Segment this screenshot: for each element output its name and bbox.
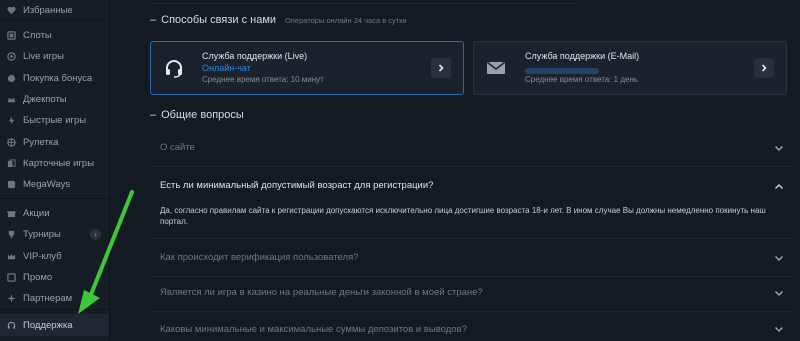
sidebar-item-label: Карточные игры [23,157,95,169]
online-chat-link[interactable]: Онлайн-чат [202,63,251,73]
contact-title: Способы связи с нами [161,14,277,26]
chevron-down-icon [774,255,784,262]
crown-icon [6,251,17,262]
sidebar-group-favorites: Избранные [0,0,109,21]
sidebar-item-roulette[interactable]: Рулетка [0,131,109,152]
faq-question: Как происходит верификация пользователя? [160,252,359,263]
collapse-dash-icon: – [150,109,157,121]
faq-item-legality[interactable]: Является ли игра в казино на реальные де… [150,274,794,312]
faq-section-title[interactable]: – Общие вопросы [150,109,244,121]
live-icon [6,51,17,62]
faq-item-age[interactable]: Есть ли минимальный допустимый возраст д… [150,168,794,202]
live-response-time: Среднее время ответа: 10 минут [202,75,324,84]
jackpot-icon [6,94,17,105]
faq-item-limits[interactable]: Каковы минимальные и максимальные суммы … [150,310,794,341]
sidebar-item-label: Акции [23,208,50,220]
faq-question: Каковы минимальные и максимальные суммы … [160,323,467,335]
sidebar-item-favorites[interactable]: Избранные [0,0,109,21]
partners-icon [6,293,17,304]
chevron-down-icon [774,290,784,297]
sidebar-item-label: Поддержка [23,319,73,331]
faq-question: О сайте [160,142,195,153]
sidebar-item-label: Избранные [23,5,73,16]
sidebar-item-live[interactable]: Live игры [0,46,109,67]
top-divider [150,0,576,4]
megaways-icon [6,179,17,190]
envelope-icon [487,61,505,74]
sidebar-item-label: VIP-клуб [23,250,62,262]
main-content: – Способы связи с нами Операторы онлайн … [122,0,800,341]
collapse-dash-icon: – [150,14,157,26]
annotation-arrow-icon [78,190,134,314]
operators-note: Операторы онлайн 24 часа в сутки [285,16,407,25]
chevron-down-icon [774,326,784,333]
faq-item-verification[interactable]: Как происходит верификация пользователя? [150,239,794,277]
bonus-icon [6,73,17,84]
sidebar-item-bonus[interactable]: Покупка бонуса [0,68,109,89]
cards-icon [6,158,17,169]
heart-icon [6,5,17,16]
sidebar-item-label: Турниры [23,229,61,241]
slots-icon [6,30,17,41]
faq-question: Является ли игра в казино на реальные де… [160,287,483,298]
headset-icon [166,60,182,78]
roulette-icon [6,137,17,148]
gift-icon [6,208,17,219]
faq-item-about[interactable]: О сайте [150,129,794,167]
headset-icon [6,320,17,331]
sidebar-item-label: Live игры [23,51,64,63]
sidebar-item-label: Партнерам [23,293,73,305]
sidebar-item-label: Промо [23,272,53,284]
sidebar-item-fast-games[interactable]: Быстрые игры [0,110,109,131]
chevron-down-icon [774,145,784,152]
sidebar-item-label: MegaWays [23,179,71,191]
trophy-icon [6,229,17,240]
live-support-card[interactable]: Служба поддержки (Live) Онлайн-чат Средн… [150,41,464,95]
email-support-card[interactable]: Служба поддержки (E-Mail) Среднее время … [473,41,787,95]
sidebar-item-label: Покупка бонуса [23,72,93,84]
sidebar-item-card-games[interactable]: Карточные игры [0,153,109,174]
email-response-time: Среднее время ответа: 1 день [525,75,639,84]
sidebar-group-games: Слоты Live игры Покупка бонуса Джекпоты … [0,21,109,199]
faq-title: Общие вопросы [161,109,244,121]
sidebar-item-label: Рулетка [23,136,59,148]
sidebar-item-label: Быстрые игры [23,115,87,127]
live-card-title: Служба поддержки (Live) [202,51,308,61]
faq-question: Есть ли минимальный допустимый возраст д… [160,179,434,191]
lightning-icon [6,115,17,126]
sidebar-item-jackpots[interactable]: Джекпоты [0,89,109,110]
sidebar-item-label: Джекпоты [23,94,67,106]
email-card-title: Служба поддержки (E-Mail) [525,51,640,61]
promo-icon [6,272,17,283]
contact-section-title[interactable]: – Способы связи с нами Операторы онлайн … [150,14,407,26]
chevron-right-icon [438,64,444,72]
chevron-right-icon [761,64,767,72]
faq-answer: Да, согласно правилам сайта к регистраци… [160,206,766,226]
sidebar-item-slots[interactable]: Слоты [0,25,109,46]
sidebar-item-label: Слоты [23,30,52,42]
email-card-arrow-button[interactable] [754,58,774,78]
chevron-up-icon [774,183,784,190]
live-card-arrow-button[interactable] [431,58,451,78]
